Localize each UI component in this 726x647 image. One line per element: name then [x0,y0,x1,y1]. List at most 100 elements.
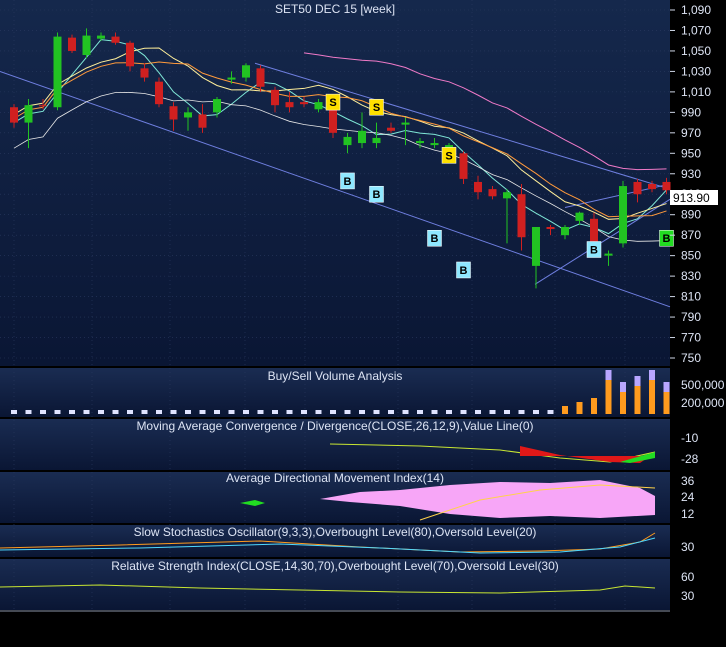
volume-bar [199,410,206,414]
price-pane [0,0,670,366]
candle-body [474,181,482,193]
volume-bar [286,410,293,414]
volume-bar [547,410,554,414]
volume-bar-top [663,382,670,392]
candle-body [459,153,468,179]
candle-body [561,226,569,236]
volume-bar [402,410,409,414]
candle-body [184,112,192,118]
candle-body [24,105,33,123]
candle-body [227,77,236,80]
candle-body [503,192,511,199]
candle-body [300,102,308,105]
candle-body [39,105,47,107]
volume-bar [214,410,220,414]
chart-window: S S S B B B B B B 1,090 1,070 1,050 1,030 1,010 990 97… [0,0,726,642]
candle-body [53,36,62,108]
stochastic-panel-title: Slow Stochastics Oscillator(9,3,3),Overb… [134,525,537,539]
candle-body [198,114,207,128]
candle-body [416,141,424,144]
volume-bar [141,410,148,414]
volume-bar [504,410,510,414]
candle-body [314,102,323,110]
volume-bar [620,392,626,414]
volume-bar [228,410,235,414]
volume-bar [112,410,119,414]
volume-bar [127,410,133,414]
volume-bar [330,410,336,414]
volume-bar [373,410,380,414]
buy-signal-label: B [431,233,439,245]
price-tick-label: 850 [681,249,701,263]
volume-bar [533,410,539,414]
candle-body [648,184,656,190]
price-tick-label: 1,090 [681,3,711,17]
buy-signal-label: B [590,245,598,257]
candle-body [126,42,134,67]
volume-bar-top [605,370,612,380]
sell-signal-label: S [373,102,380,114]
candle-body [285,102,294,108]
volume-bar [185,410,191,414]
volume-bar [272,410,278,414]
price-tick-label: 890 [681,208,701,222]
price-tick-label: 970 [681,126,701,140]
stock-chart: S S S B B B B B B 1,090 1,070 1,050 1,030 1,010 990 97… [0,0,726,642]
volume-tick-200000: 200,000 [681,396,725,410]
volume-bar [460,410,467,414]
candle-body [401,122,410,125]
volume-bar [388,410,394,414]
candle-body [242,65,250,78]
volume-bar [417,410,423,414]
volume-bar [562,406,568,414]
volume-bar [591,398,597,414]
macd-tick-neg10: -10 [681,431,699,445]
candle-body [633,181,642,195]
candle-body [619,186,627,244]
rsi-tick-60: 60 [681,570,695,584]
volume-bar [243,410,249,414]
candle-body [358,130,366,144]
volume-bar [11,410,17,414]
price-tick-label: 1,010 [681,85,711,99]
candle-body [546,226,555,230]
candle-body [256,68,265,87]
candle-body [517,194,526,238]
price-tick-label: 1,070 [681,23,711,37]
rsi-tick-30: 30 [681,589,695,603]
volume-bar [431,410,438,414]
volume-bar [301,410,307,414]
volume-bar [475,410,481,414]
volume-bar [576,402,583,414]
price-tick-label: 830 [681,269,701,283]
price-tick-label: 930 [681,167,701,181]
price-tick-label: 1,030 [681,64,711,78]
volume-bar [25,410,32,414]
volume-bar [257,410,264,414]
candle-body [68,37,76,51]
stochastic-tick-30: 30 [681,540,695,554]
buy-signal-label: B [373,189,381,201]
candle-body [604,253,613,256]
volume-bar [83,410,90,414]
last-price-label: 913.90 [673,191,710,205]
sell-signal-label: S [445,150,452,162]
candle-body [488,189,497,197]
volume-bar [170,410,177,414]
price-tick-label: 750 [681,351,701,365]
volume-bar-top [649,370,655,380]
candle-body [532,226,540,266]
price-tick-label: 1,050 [681,44,711,58]
price-tick-label: 810 [681,290,701,304]
volume-bar [156,410,162,414]
candle-body [155,81,163,105]
volume-bar [54,410,61,414]
volume-bar [518,410,525,414]
candle-body [169,106,178,120]
rsi-panel-title: Relative Strength Index(CLOSE,14,30,70),… [111,559,559,573]
candle-body [662,181,671,191]
candle-body [10,107,18,123]
volume-tick-500000: 500,000 [681,378,725,392]
candle-body [82,35,91,56]
adx-tick-36: 36 [681,474,695,488]
